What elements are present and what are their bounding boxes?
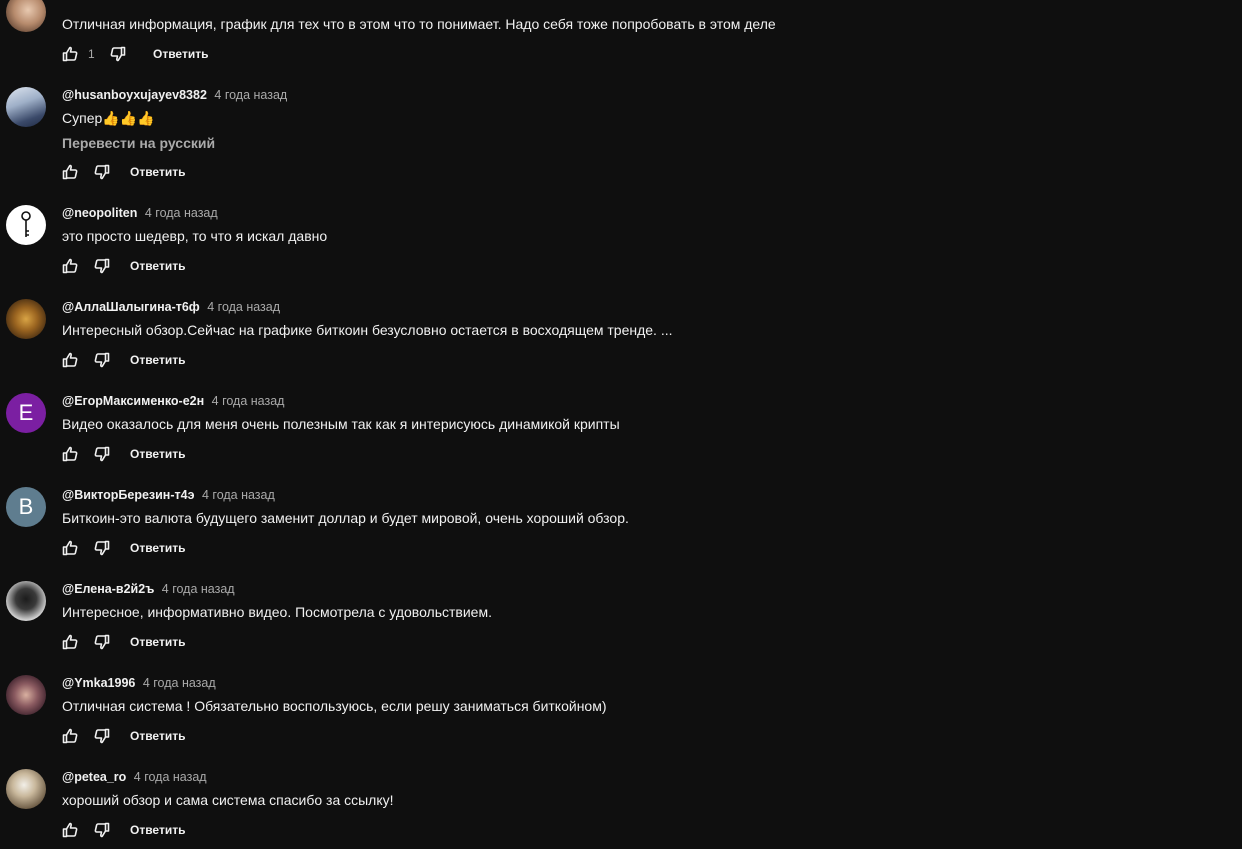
comment-meta: @АллаШалыгина-т6ф 4 года назад: [62, 300, 280, 314]
like-count: 1: [88, 47, 95, 61]
dislike-icon[interactable]: [94, 634, 110, 650]
like-icon[interactable]: [62, 352, 78, 368]
comment-meta: @ВикторБерезин-т4э 4 года назад: [62, 488, 275, 502]
like-icon[interactable]: [62, 446, 78, 462]
dislike-icon[interactable]: [94, 258, 110, 274]
reply-button[interactable]: Ответить: [130, 259, 185, 273]
dislike-icon[interactable]: [110, 46, 126, 62]
comment-text: Биткоин-это валюта будущего заменит долл…: [62, 510, 629, 526]
comment-text: Интересный обзор.Сейчас на графике битко…: [62, 322, 673, 338]
like-icon[interactable]: [62, 164, 78, 180]
avatar-letter: В: [18, 494, 34, 519]
dislike-icon[interactable]: [94, 728, 110, 744]
comment-time[interactable]: 4 года назад: [145, 206, 218, 220]
comment-author[interactable]: @Ymka1996: [62, 676, 135, 690]
comment-text: Отличная информация, график для тех что …: [62, 16, 776, 32]
avatar[interactable]: [6, 581, 46, 621]
dislike-icon[interactable]: [94, 164, 110, 180]
comment-author[interactable]: @neopoliten: [62, 206, 137, 220]
comment-text: Супер👍👍👍: [62, 110, 155, 126]
comment-actions: Ответить: [62, 442, 185, 466]
comment-text: Видео оказалось для меня очень полезным …: [62, 416, 620, 432]
reply-button[interactable]: Ответить: [153, 47, 208, 61]
comment-time[interactable]: 4 года назад: [214, 88, 287, 102]
comment-meta: @neopoliten 4 года назад: [62, 206, 218, 220]
avatar[interactable]: [6, 205, 46, 245]
key-icon: [21, 211, 31, 237]
translate-link[interactable]: Перевести на русский: [62, 135, 215, 151]
like-icon[interactable]: [62, 634, 78, 650]
like-icon[interactable]: [62, 822, 78, 838]
comment-author[interactable]: @ВикторБерезин-т4э: [62, 488, 195, 502]
comment-meta: @husanboyxujayev8382 4 года назад: [62, 88, 287, 102]
comment-time[interactable]: 4 года назад: [202, 488, 275, 502]
avatar[interactable]: В: [6, 487, 46, 527]
reply-button[interactable]: Ответить: [130, 729, 185, 743]
avatar[interactable]: Е: [6, 393, 46, 433]
comment-actions: Ответить: [62, 630, 185, 654]
reply-button[interactable]: Ответить: [130, 447, 185, 461]
comment-author[interactable]: @АллаШалыгина-т6ф: [62, 300, 200, 314]
comment-text: это просто шедевр, то что я искал давно: [62, 228, 328, 244]
comment-actions: Ответить: [62, 348, 185, 372]
comment-author[interactable]: @ЕгорМаксименко-е2н: [62, 394, 204, 408]
reply-button[interactable]: Ответить: [130, 635, 185, 649]
reply-button[interactable]: Ответить: [130, 823, 185, 837]
comment-time[interactable]: 4 года назад: [143, 676, 216, 690]
avatar[interactable]: [6, 675, 46, 715]
comment-text: Интересное, информативно видео. Посмотре…: [62, 604, 492, 620]
dislike-icon[interactable]: [94, 352, 110, 368]
reply-button[interactable]: Ответить: [130, 541, 185, 555]
comment-actions: Ответить: [62, 818, 185, 842]
avatar[interactable]: [6, 769, 46, 809]
like-icon[interactable]: [62, 258, 78, 274]
comment-meta: [62, 0, 66, 7]
dislike-icon[interactable]: [94, 446, 110, 462]
like-icon[interactable]: [62, 540, 78, 556]
comment-author[interactable]: @Елена-в2й2ъ: [62, 582, 154, 596]
like-icon[interactable]: [62, 728, 78, 744]
comment-author[interactable]: @petea_ro: [62, 770, 126, 784]
reply-button[interactable]: Ответить: [130, 353, 185, 367]
like-icon[interactable]: [62, 46, 78, 62]
avatar-letter: Е: [18, 400, 34, 425]
comment-meta: @ЕгорМаксименко-е2н 4 года назад: [62, 394, 284, 408]
comment-actions: Ответить: [62, 160, 185, 184]
comment-actions: Ответить: [62, 536, 185, 560]
comment-meta: @Елена-в2й2ъ 4 года назад: [62, 582, 235, 596]
comment-author[interactable]: @husanboyxujayev8382: [62, 88, 207, 102]
comment-time[interactable]: 4 года назад: [207, 300, 280, 314]
comment-actions: 1 Ответить: [62, 42, 208, 66]
avatar[interactable]: [6, 0, 46, 32]
comment-time[interactable]: 4 года назад: [212, 394, 285, 408]
comment-meta: @petea_ro 4 года назад: [62, 770, 207, 784]
comment-text: хороший обзор и сама система спасибо за …: [62, 792, 394, 808]
comment-time[interactable]: 4 года назад: [134, 770, 207, 784]
dislike-icon[interactable]: [94, 822, 110, 838]
comment-meta: @Ymka1996 4 года назад: [62, 676, 216, 690]
comment-actions: Ответить: [62, 254, 185, 278]
avatar[interactable]: [6, 299, 46, 339]
comment-text: Отличная система ! Обязательно воспользу…: [62, 698, 607, 714]
avatar[interactable]: [6, 87, 46, 127]
dislike-icon[interactable]: [94, 540, 110, 556]
comment-time[interactable]: 4 года назад: [162, 582, 235, 596]
reply-button[interactable]: Ответить: [130, 165, 185, 179]
comment-actions: Ответить: [62, 724, 185, 748]
